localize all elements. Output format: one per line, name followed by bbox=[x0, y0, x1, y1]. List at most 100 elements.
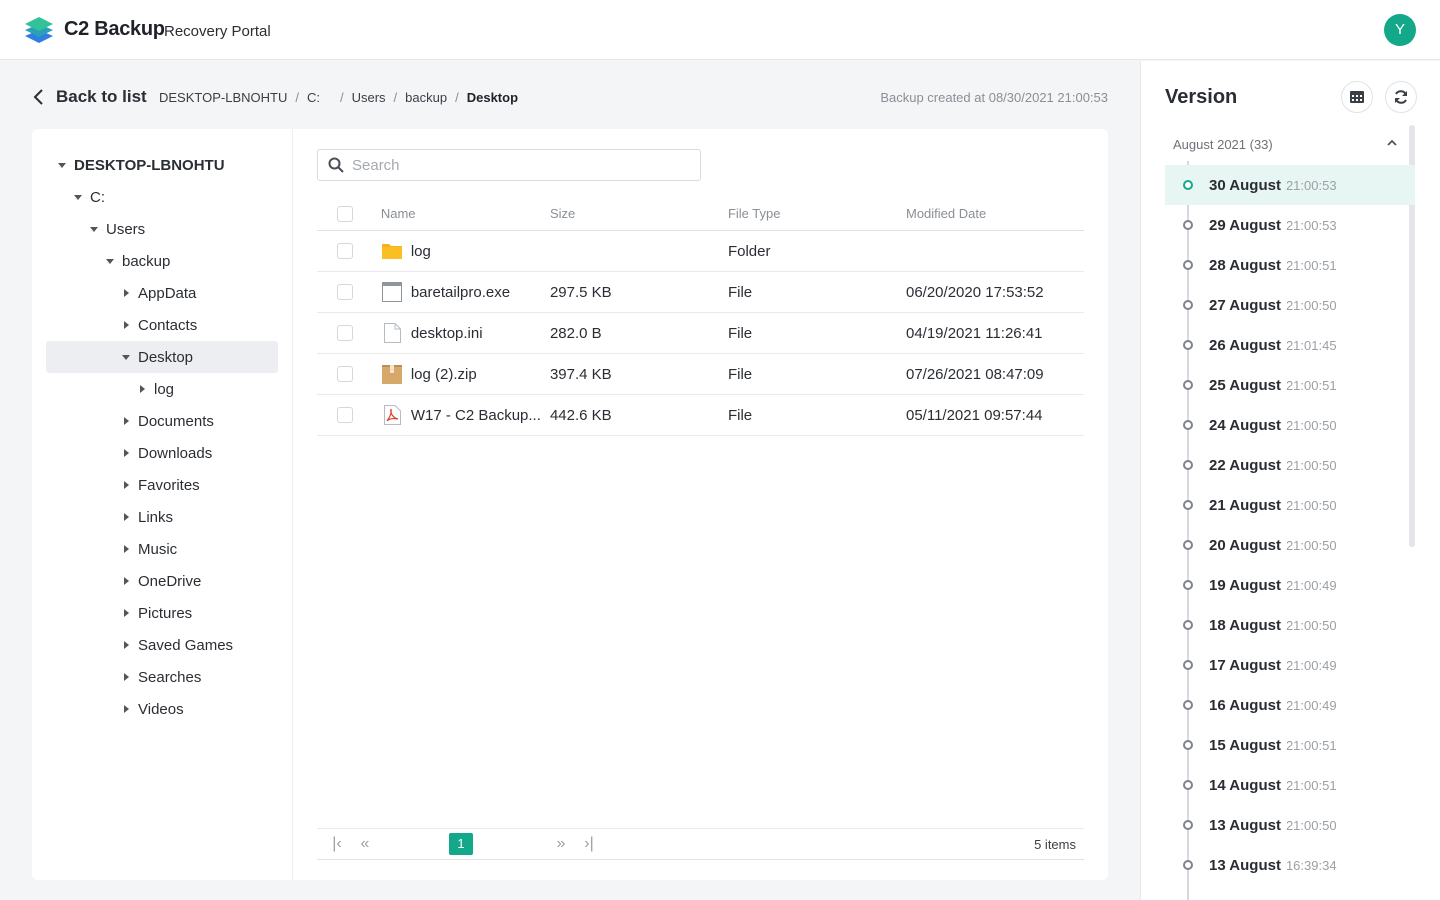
caret-right-icon[interactable] bbox=[124, 641, 129, 649]
version-item[interactable]: 22 August 21:00:50 bbox=[1165, 445, 1415, 485]
row-checkbox[interactable] bbox=[337, 325, 353, 341]
first-page-button[interactable]: |‹ bbox=[327, 835, 347, 853]
search-input[interactable] bbox=[352, 156, 682, 174]
timeline-dot-icon bbox=[1183, 580, 1193, 590]
tree-node[interactable]: Saved Games bbox=[32, 629, 292, 661]
row-checkbox[interactable] bbox=[337, 366, 353, 382]
version-date: 27 August bbox=[1209, 296, 1281, 314]
calendar-button[interactable] bbox=[1341, 81, 1373, 113]
tree-node[interactable]: log bbox=[32, 373, 292, 405]
file-name-cell[interactable]: desktop.ini bbox=[381, 322, 550, 344]
breadcrumb-item[interactable]: DESKTOP-LBNOHTU bbox=[159, 90, 287, 105]
select-all-checkbox[interactable] bbox=[337, 205, 353, 222]
version-item[interactable]: 17 August 21:00:49 bbox=[1165, 645, 1415, 685]
version-item[interactable]: 14 August 21:00:51 bbox=[1165, 765, 1415, 805]
column-name[interactable]: Name bbox=[381, 206, 550, 221]
archive-icon bbox=[381, 363, 403, 385]
file-name-cell[interactable]: log bbox=[381, 240, 550, 262]
tree-node-label: Desktop bbox=[138, 348, 194, 366]
tree-node[interactable]: Videos bbox=[32, 693, 292, 725]
caret-right-icon[interactable] bbox=[124, 609, 129, 617]
version-item[interactable]: 19 August 21:00:49 bbox=[1165, 565, 1415, 605]
table-row[interactable]: desktop.ini 282.0 B File 04/19/2021 11:26:4… bbox=[317, 313, 1084, 354]
tree-node[interactable]: Searches bbox=[32, 661, 292, 693]
file-name-cell[interactable]: baretailpro.exe bbox=[381, 281, 550, 303]
next-pages-button[interactable]: » bbox=[551, 835, 571, 853]
tree-node[interactable]: backup bbox=[32, 245, 292, 277]
row-checkbox[interactable] bbox=[337, 243, 353, 259]
tree-node[interactable]: C: bbox=[32, 181, 292, 213]
caret-right-icon[interactable] bbox=[124, 417, 129, 425]
refresh-button[interactable] bbox=[1385, 81, 1417, 113]
tree-node[interactable]: Users bbox=[32, 213, 292, 245]
breadcrumb-item[interactable]: Users bbox=[352, 90, 386, 105]
column-file-type[interactable]: File Type bbox=[728, 206, 906, 221]
tree-node-label: backup bbox=[122, 252, 171, 270]
version-item[interactable]: 29 August 21:00:53 bbox=[1165, 205, 1415, 245]
column-modified-date[interactable]: Modified Date bbox=[906, 206, 1084, 221]
version-item[interactable]: 26 August 21:01:45 bbox=[1165, 325, 1415, 365]
version-item[interactable]: 21 August 21:00:50 bbox=[1165, 485, 1415, 525]
caret-right-icon[interactable] bbox=[124, 513, 129, 521]
tree-node[interactable]: OneDrive bbox=[32, 565, 292, 597]
version-time: 21:00:51 bbox=[1285, 257, 1337, 273]
breadcrumb-item[interactable]: backup bbox=[405, 90, 447, 105]
caret-down-icon[interactable] bbox=[106, 258, 114, 264]
version-date: 14 August bbox=[1209, 776, 1281, 794]
tree-node[interactable]: Pictures bbox=[32, 597, 292, 629]
caret-right-icon[interactable] bbox=[140, 385, 145, 393]
version-item[interactable]: 18 August 21:00:50 bbox=[1165, 605, 1415, 645]
caret-right-icon[interactable] bbox=[124, 673, 129, 681]
breadcrumb-separator: / bbox=[393, 90, 398, 105]
user-avatar[interactable]: Y bbox=[1384, 14, 1416, 46]
caret-right-icon[interactable] bbox=[124, 577, 129, 585]
version-item[interactable]: 16 August 21:00:49 bbox=[1165, 685, 1415, 725]
tree-node[interactable]: Favorites bbox=[32, 469, 292, 501]
caret-down-icon[interactable] bbox=[90, 226, 98, 232]
version-item[interactable]: 30 August 21:00:53 bbox=[1165, 165, 1415, 205]
breadcrumb-item[interactable]: C: bbox=[307, 90, 320, 105]
row-checkbox[interactable] bbox=[337, 284, 353, 300]
version-item[interactable]: 20 August 21:00:50 bbox=[1165, 525, 1415, 565]
back-to-list-button[interactable]: Back to list bbox=[32, 85, 147, 109]
tree-node[interactable]: Music bbox=[32, 533, 292, 565]
month-group-label[interactable]: August 2021 (33) bbox=[1173, 137, 1273, 152]
version-item[interactable]: 24 August 21:00:50 bbox=[1165, 405, 1415, 445]
tree-node[interactable]: Downloads bbox=[32, 437, 292, 469]
file-name-cell[interactable]: W17 - C2 Backup... bbox=[381, 404, 550, 426]
file-name-cell[interactable]: log (2).zip bbox=[381, 363, 550, 385]
tree-node[interactable]: AppData bbox=[32, 277, 292, 309]
version-item[interactable]: 15 August 21:00:51 bbox=[1165, 725, 1415, 765]
version-item[interactable]: 25 August 21:00:51 bbox=[1165, 365, 1415, 405]
caret-right-icon[interactable] bbox=[124, 481, 129, 489]
caret-right-icon[interactable] bbox=[124, 545, 129, 553]
table-row[interactable]: log Folder bbox=[317, 231, 1084, 272]
chevron-up-icon[interactable] bbox=[1386, 137, 1398, 149]
version-item[interactable]: 13 August 21:00:50 bbox=[1165, 805, 1415, 845]
table-row[interactable]: log (2).zip 397.4 KB File 07/26/2021 08:47:… bbox=[317, 354, 1084, 395]
version-item[interactable]: 27 August 21:00:50 bbox=[1165, 285, 1415, 325]
tree-node[interactable]: Documents bbox=[32, 405, 292, 437]
item-count: 5 items bbox=[1034, 837, 1076, 852]
tree-node[interactable]: Links bbox=[32, 501, 292, 533]
row-checkbox[interactable] bbox=[337, 407, 353, 423]
version-time: 16:39:34 bbox=[1285, 857, 1337, 873]
tree-node[interactable]: Contacts bbox=[32, 309, 292, 341]
prev-pages-button[interactable]: « bbox=[355, 835, 375, 853]
caret-right-icon[interactable] bbox=[124, 449, 129, 457]
table-row[interactable]: W17 - C2 Backup... 442.6 KB File 05/11/2021… bbox=[317, 395, 1084, 436]
last-page-button[interactable]: ›| bbox=[579, 835, 599, 853]
caret-down-icon[interactable] bbox=[58, 162, 66, 168]
caret-down-icon[interactable] bbox=[122, 354, 130, 360]
version-item[interactable]: 28 August 21:00:51 bbox=[1165, 245, 1415, 285]
column-size[interactable]: Size bbox=[550, 206, 728, 221]
tree-node[interactable]: Desktop bbox=[46, 341, 278, 373]
page-1-button[interactable]: 1 bbox=[449, 833, 473, 855]
caret-right-icon[interactable] bbox=[124, 321, 129, 329]
caret-right-icon[interactable] bbox=[124, 289, 129, 297]
tree-node[interactable]: DESKTOP-LBNOHTU bbox=[32, 149, 292, 181]
table-row[interactable]: baretailpro.exe 297.5 KB File 06/20/2020 17… bbox=[317, 272, 1084, 313]
caret-right-icon[interactable] bbox=[124, 705, 129, 713]
version-item[interactable]: 13 August 16:39:34 bbox=[1165, 845, 1415, 885]
caret-down-icon[interactable] bbox=[74, 194, 82, 200]
